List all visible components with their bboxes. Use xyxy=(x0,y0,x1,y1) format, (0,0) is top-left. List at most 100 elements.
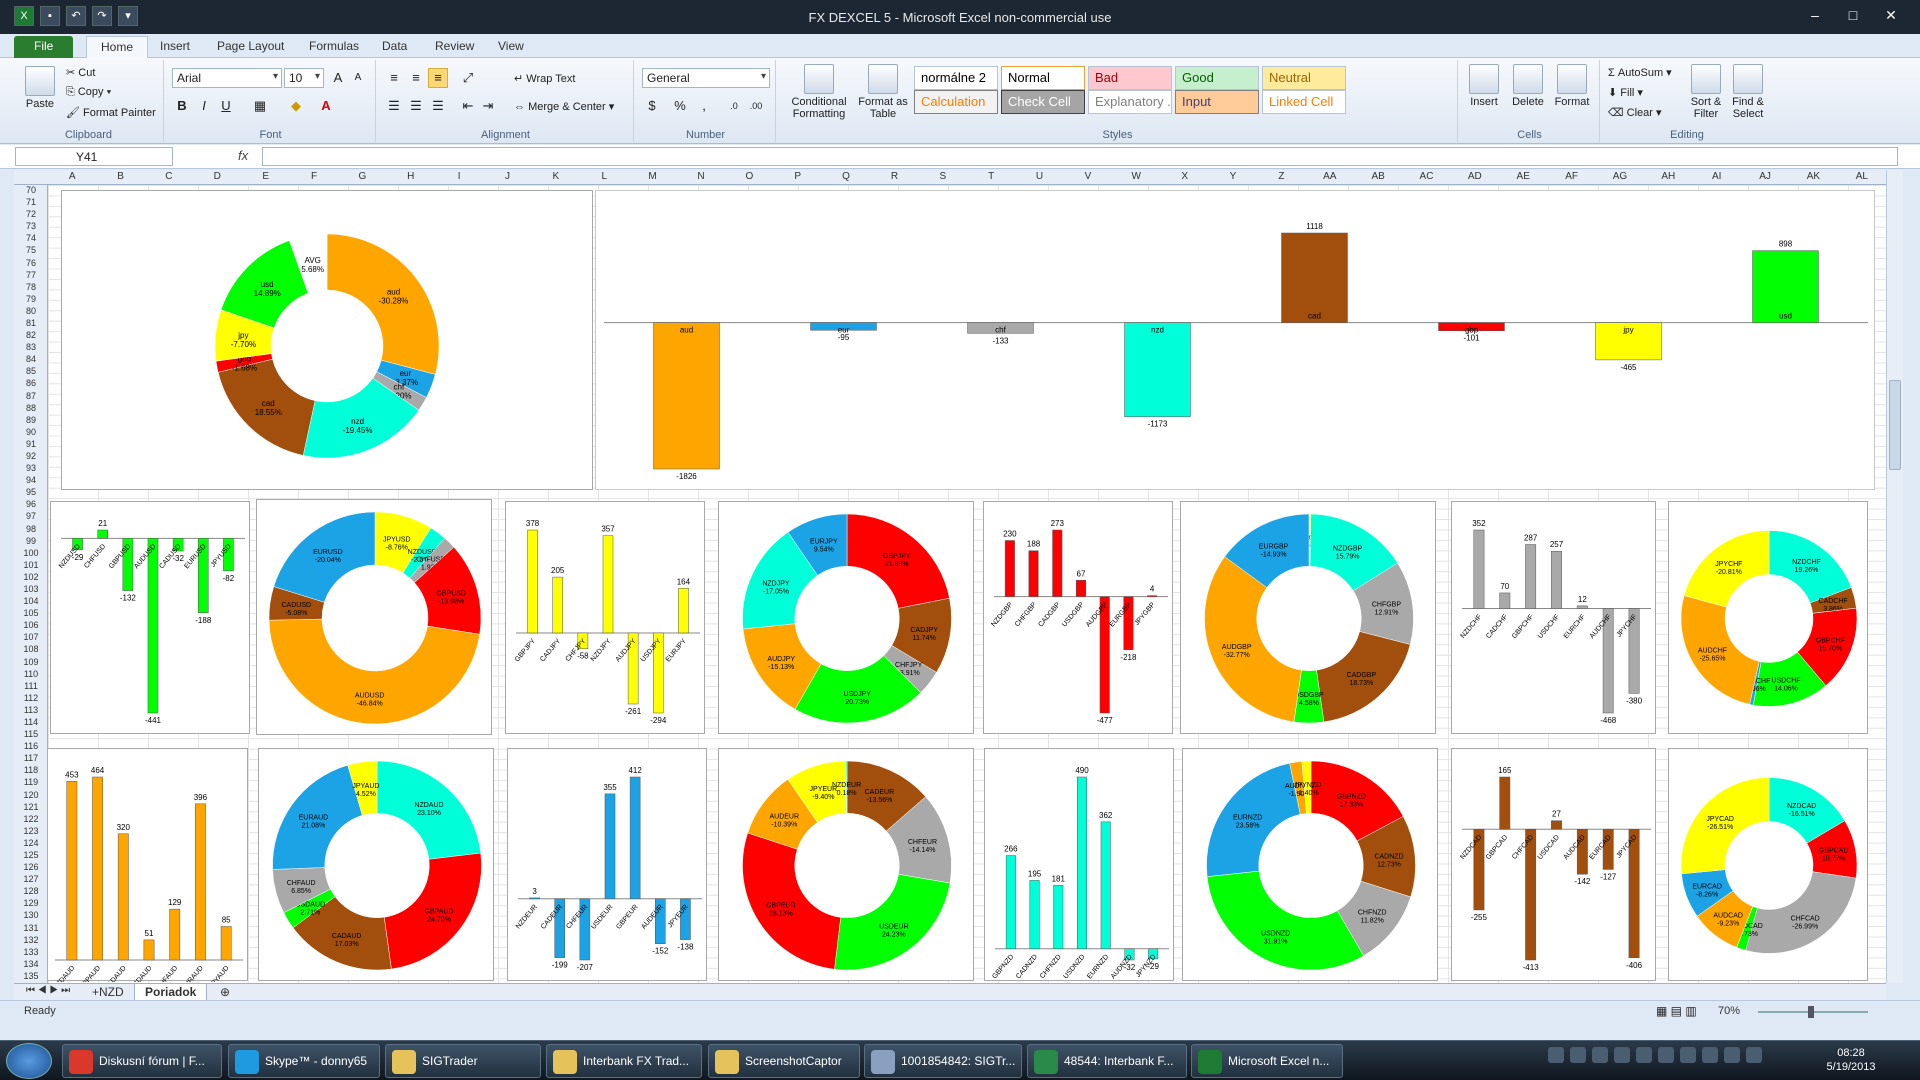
row-header[interactable]: 107 xyxy=(14,632,48,642)
row-header[interactable]: 112 xyxy=(14,693,48,703)
new-sheet-icon[interactable]: ⊕ xyxy=(210,984,240,1001)
cell-style-9[interactable]: Linked Cell xyxy=(1262,90,1346,114)
row-header[interactable]: 129 xyxy=(14,898,48,908)
align-bottom-icon[interactable]: ≡ xyxy=(428,68,448,88)
row-header[interactable]: 116 xyxy=(14,741,48,751)
format-as-table-button[interactable]: Format as Table xyxy=(858,64,908,120)
bar-CADGBP[interactable] xyxy=(1052,529,1063,597)
taskbar-item[interactable]: Microsoft Excel n... xyxy=(1191,1044,1343,1078)
italic-icon[interactable]: I xyxy=(194,96,214,116)
tray-icon[interactable] xyxy=(1592,1047,1608,1063)
row-header[interactable]: 80 xyxy=(14,306,48,316)
cell-style-1[interactable]: Normal xyxy=(1001,66,1085,90)
sheet-tab-nzd[interactable]: +NZD xyxy=(82,984,134,1001)
taskbar-item[interactable]: 48544: Interbank F... xyxy=(1027,1044,1187,1078)
chart-nzd-bars[interactable]: 266 GBPNZD 195 CADNZD 181 CHFNZD 490 USDNZD 362 E… xyxy=(984,748,1174,981)
taskbar-item[interactable]: SIGTrader xyxy=(385,1044,541,1078)
row-header[interactable]: 115 xyxy=(14,729,48,739)
align-center-icon[interactable]: ☰ xyxy=(406,96,426,116)
row-header[interactable]: 110 xyxy=(14,669,48,679)
column-header[interactable]: G xyxy=(338,171,386,182)
tab-insert[interactable]: Insert xyxy=(146,36,204,58)
align-top-icon[interactable]: ≡ xyxy=(384,68,404,88)
row-header[interactable]: 130 xyxy=(14,910,48,920)
zoom-slider[interactable] xyxy=(1758,1006,1868,1018)
bar-GBPAUD[interactable] xyxy=(92,776,103,961)
row-header[interactable]: 73 xyxy=(14,221,48,231)
row-header[interactable]: 92 xyxy=(14,451,48,461)
chart-currency-strength-donut[interactable]: aud-30.28%eur-3.37%chf-2.20%nzd-19.45%ca… xyxy=(61,190,593,490)
tab-review[interactable]: Review xyxy=(421,36,488,58)
row-header[interactable]: 113 xyxy=(14,705,48,715)
bar-CADJPY[interactable] xyxy=(552,576,563,634)
close-button[interactable]: ✕ xyxy=(1874,6,1908,26)
row-header[interactable]: 104 xyxy=(14,596,48,606)
comma-icon[interactable]: , xyxy=(694,96,714,116)
chart-gbp-donut[interactable]: JPYGBP 0.30% NZDGBP 15.79% CHFGBP 12.91% CADGB… xyxy=(1180,501,1436,734)
tray-icon[interactable] xyxy=(1636,1047,1652,1063)
shrink-font-icon[interactable]: A xyxy=(348,68,368,88)
column-header[interactable]: S xyxy=(919,171,967,182)
tab-data[interactable]: Data xyxy=(368,36,421,58)
column-header[interactable]: AC xyxy=(1402,171,1450,182)
bar-GBPCAD[interactable] xyxy=(1499,776,1511,830)
underline-icon[interactable]: U xyxy=(216,96,236,116)
row-header[interactable]: 117 xyxy=(14,753,48,763)
row-header[interactable]: 88 xyxy=(14,403,48,413)
row-header[interactable]: 99 xyxy=(14,536,48,546)
column-header[interactable]: K xyxy=(532,171,580,182)
cell-style-8[interactable]: Input xyxy=(1175,90,1259,114)
column-header[interactable]: AA xyxy=(1306,171,1354,182)
row-header[interactable]: 133 xyxy=(14,947,48,957)
chart-eur-bars[interactable]: 3 NZDEUR -199 CADEUR -207 CHFEUR 355 USDEUR 412 G… xyxy=(507,748,707,981)
chart-aud-bars[interactable]: 453 NZDAUD 464 GBPAUD 320 CADAUD 51 USDAUD 129 CH… xyxy=(48,748,248,983)
bar-AUDUSD[interactable] xyxy=(147,538,159,714)
number-format-combo[interactable]: General xyxy=(642,68,770,88)
column-header[interactable]: L xyxy=(580,171,628,182)
column-header[interactable]: Q xyxy=(822,171,870,182)
row-header[interactable]: 85 xyxy=(14,366,48,376)
bar-CADAUD[interactable] xyxy=(117,833,129,961)
paste-button[interactable]: Paste xyxy=(20,66,60,110)
column-header[interactable]: I xyxy=(435,171,483,182)
row-header[interactable]: 135 xyxy=(14,971,48,981)
row-header[interactable]: 79 xyxy=(14,294,48,304)
column-header[interactable]: V xyxy=(1064,171,1112,182)
autosum-button[interactable]: Σ AutoSum ▾ xyxy=(1608,66,1672,79)
row-header[interactable]: 123 xyxy=(14,826,48,836)
row-header[interactable]: 105 xyxy=(14,608,48,618)
column-header[interactable]: D xyxy=(193,171,241,182)
column-header[interactable]: AH xyxy=(1644,171,1692,182)
chart-gbp-bars[interactable]: 230 NZDGBP 188 CHFGBP 273 CADGBP 67 USDGBP -477 A… xyxy=(983,501,1173,734)
column-header[interactable]: Y xyxy=(1209,171,1257,182)
bar-CHFCAD[interactable] xyxy=(1525,828,1537,961)
row-header[interactable]: 91 xyxy=(14,439,48,449)
bar-aud[interactable] xyxy=(653,322,720,470)
bar-CHFNZD[interactable] xyxy=(1053,885,1064,950)
row-header[interactable]: 77 xyxy=(14,270,48,280)
name-box[interactable]: Y41 xyxy=(15,147,173,166)
bar-CADCHF[interactable] xyxy=(1499,592,1511,609)
increase-decimal-icon[interactable]: .0 xyxy=(724,96,744,116)
currency-icon[interactable]: $ xyxy=(642,96,662,116)
column-header[interactable]: AK xyxy=(1789,171,1837,182)
pie-slice-usd[interactable] xyxy=(834,874,951,971)
chart-chf-donut[interactable]: NZDCHF 19.26% CADCHF 3.86% GBPCHF 15.70% USDCH… xyxy=(1668,501,1868,734)
bar-USDAUD[interactable] xyxy=(143,939,155,961)
bold-icon[interactable]: B xyxy=(172,96,192,116)
pie-slice-chf[interactable] xyxy=(1745,871,1857,954)
sheet-nav-icon[interactable]: ⏮ ◀ ▶ ⏭ xyxy=(16,984,80,1001)
taskbar-item[interactable]: Diskusní fórum | F... xyxy=(62,1044,222,1078)
cell-style-4[interactable]: Neutral xyxy=(1262,66,1346,90)
bar-NZDEUR[interactable] xyxy=(529,897,540,900)
row-header[interactable]: 100 xyxy=(14,548,48,558)
format-painter-button[interactable]: 🖌 Format Painter xyxy=(66,106,156,119)
bar-CADNZD[interactable] xyxy=(1029,880,1040,950)
chart-eur-donut[interactable]: CADEUR -13.56% CHFEUR -14.14% USDEUR 24.23% GB… xyxy=(718,748,974,981)
row-header[interactable]: 126 xyxy=(14,862,48,872)
bar-cad[interactable] xyxy=(1281,232,1348,323)
copy-button[interactable]: ⎘ Copy ▾ xyxy=(66,86,111,99)
row-header[interactable]: 75 xyxy=(14,245,48,255)
tab-file[interactable]: File xyxy=(14,36,74,58)
row-header[interactable]: 111 xyxy=(14,681,48,691)
